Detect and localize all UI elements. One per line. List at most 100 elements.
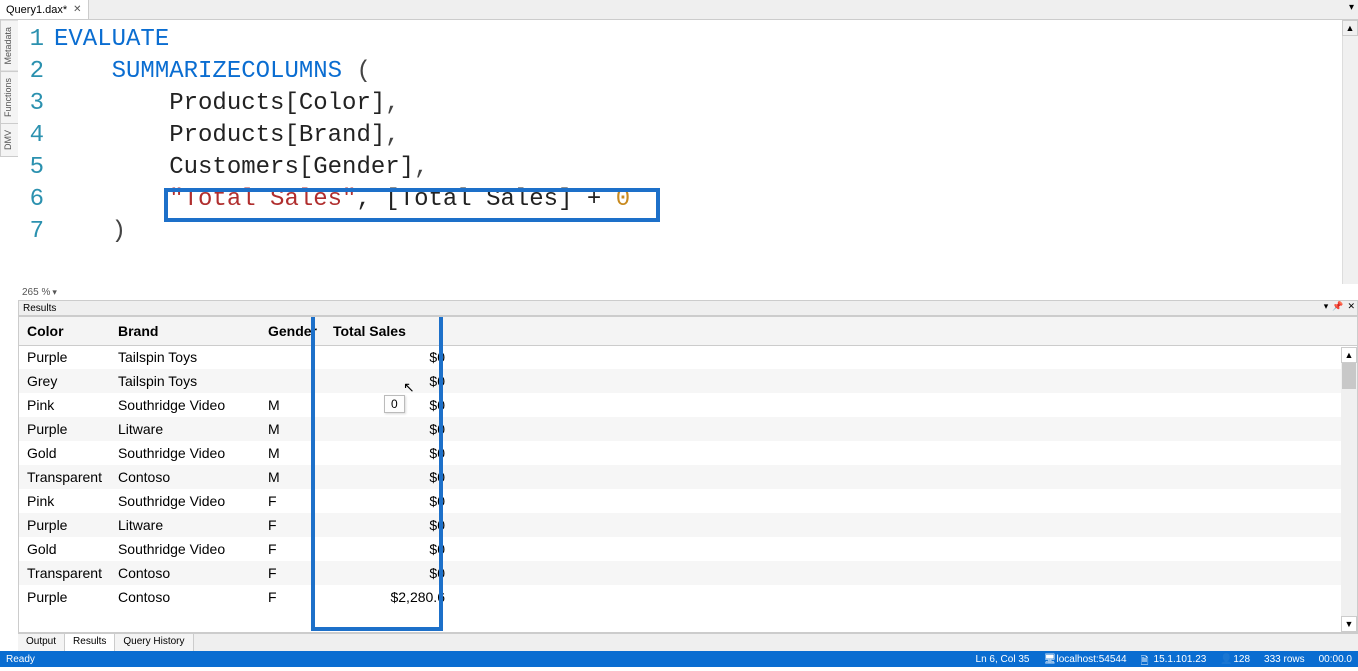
cell-color[interactable]: Grey	[19, 369, 110, 393]
cell-gender[interactable]: M	[260, 417, 325, 441]
cell-brand[interactable]: Contoso	[110, 585, 260, 609]
zoom-dropdown-icon[interactable]: ▾	[52, 287, 57, 297]
cell-brand[interactable]: Tailspin Toys	[110, 345, 260, 369]
cell-brand[interactable]: Southridge Video	[110, 537, 260, 561]
cell-brand[interactable]: Tailspin Toys	[110, 369, 260, 393]
code-editor[interactable]: 1234567 EVALUATE SUMMARIZECOLUMNS ( Prod…	[18, 20, 1358, 300]
column-header-color[interactable]: Color	[19, 317, 110, 345]
table-row[interactable]: PinkSouthridge VideoF$0	[19, 489, 1357, 513]
code-line[interactable]: "Total Sales", [Total Sales] + 0	[54, 184, 1358, 216]
table-row[interactable]: TransparentContosoM$0	[19, 465, 1357, 489]
table-row[interactable]: PurpleLitwareM$0	[19, 417, 1357, 441]
cell-total-sales[interactable]: $0	[325, 369, 453, 393]
code-token: EVALUATE	[54, 26, 169, 53]
cell-brand[interactable]: Litware	[110, 513, 260, 537]
code-token: 0	[616, 186, 630, 213]
cell-total-sales[interactable]: $2,280.6	[325, 585, 453, 609]
tab-query-history[interactable]: Query History	[115, 634, 193, 651]
code-line[interactable]: )	[54, 216, 1358, 248]
line-number: 3	[18, 88, 44, 120]
column-header-gender[interactable]: Gender	[260, 317, 325, 345]
code-line[interactable]: Customers[Gender],	[54, 152, 1358, 184]
grid-scrollbar[interactable]: ▲ ▼	[1341, 347, 1357, 632]
code-area[interactable]: EVALUATE SUMMARIZECOLUMNS ( Products[Col…	[54, 24, 1358, 248]
table-row[interactable]: GoldSouthridge VideoF$0	[19, 537, 1357, 561]
cell-color[interactable]: Purple	[19, 345, 110, 369]
cell-color[interactable]: Transparent	[19, 465, 110, 489]
tab-results[interactable]: Results	[65, 634, 115, 651]
line-number: 5	[18, 152, 44, 184]
table-row[interactable]: PurpleLitwareF$0	[19, 513, 1357, 537]
cell-total-sales[interactable]: $0	[325, 417, 453, 441]
code-line[interactable]: Products[Color],	[54, 88, 1358, 120]
results-grid[interactable]: Color Brand Gender Total Sales PurpleTai…	[19, 317, 1357, 609]
cell-color[interactable]: Gold	[19, 441, 110, 465]
cell-gender[interactable]: F	[260, 537, 325, 561]
tab-dropdown-icon[interactable]: ▾	[1349, 2, 1354, 13]
cell-total-sales[interactable]: $0	[325, 513, 453, 537]
cell-brand[interactable]: Contoso	[110, 465, 260, 489]
cell-gender[interactable]: F	[260, 561, 325, 585]
cell-color[interactable]: Pink	[19, 393, 110, 417]
table-row[interactable]: TransparentContosoF$0	[19, 561, 1357, 585]
zoom-value: 265 %	[22, 287, 50, 298]
code-token: ,	[385, 90, 399, 117]
grid-scroll-down-icon[interactable]: ▼	[1341, 616, 1357, 632]
close-icon[interactable]: ✕	[73, 4, 81, 15]
grid-scroll-thumb[interactable]	[1342, 363, 1356, 389]
cell-color[interactable]: Gold	[19, 537, 110, 561]
file-tab[interactable]: Query1.dax* ✕	[0, 0, 89, 19]
cell-color[interactable]: Purple	[19, 417, 110, 441]
cell-color[interactable]: Purple	[19, 585, 110, 609]
tab-output[interactable]: Output	[18, 634, 65, 651]
side-tab-metadata[interactable]: Metadata	[0, 20, 18, 72]
cell-total-sales[interactable]: $0	[325, 441, 453, 465]
column-header-filler	[453, 317, 1357, 345]
table-row[interactable]: GreyTailspin Toys $0	[19, 369, 1357, 393]
cell-color[interactable]: Purple	[19, 513, 110, 537]
cell-brand[interactable]: Contoso	[110, 561, 260, 585]
code-line[interactable]: EVALUATE	[54, 24, 1358, 56]
table-row[interactable]: GoldSouthridge VideoM$0	[19, 441, 1357, 465]
editor-scroll-up-icon[interactable]: ▲	[1342, 20, 1358, 36]
cell-total-sales[interactable]: $0	[325, 561, 453, 585]
cell-filler	[453, 561, 1357, 585]
grid-scroll-up-icon[interactable]: ▲	[1341, 347, 1357, 363]
cell-gender[interactable]: F	[260, 585, 325, 609]
cell-brand[interactable]: Southridge Video	[110, 393, 260, 417]
panel-menu-icon[interactable]: ▾	[1324, 301, 1329, 312]
cell-gender[interactable]: F	[260, 489, 325, 513]
cell-gender[interactable]: M	[260, 465, 325, 489]
cell-total-sales[interactable]: $0	[325, 537, 453, 561]
editor-scrollbar[interactable]	[1342, 20, 1358, 284]
table-row[interactable]: PurpleTailspin Toys $0	[19, 345, 1357, 369]
cell-brand[interactable]: Southridge Video	[110, 489, 260, 513]
cell-gender[interactable]	[260, 345, 325, 369]
column-header-brand[interactable]: Brand	[110, 317, 260, 345]
cell-color[interactable]: Transparent	[19, 561, 110, 585]
cell-brand[interactable]: Southridge Video	[110, 441, 260, 465]
table-row[interactable]: PurpleContosoF$2,280.6	[19, 585, 1357, 609]
cell-total-sales[interactable]: $0	[325, 345, 453, 369]
panel-pin-icon[interactable]: 📌	[1332, 301, 1343, 312]
cell-gender[interactable]: M	[260, 441, 325, 465]
cell-filler	[453, 393, 1357, 417]
cell-gender[interactable]: M	[260, 393, 325, 417]
cell-gender[interactable]	[260, 369, 325, 393]
side-tab-dmv[interactable]: DMV	[0, 123, 18, 157]
zoom-indicator[interactable]: 265 %▾	[22, 287, 57, 298]
side-tab-functions[interactable]: Functions	[0, 71, 18, 124]
panel-close-icon[interactable]: ✕	[1347, 301, 1355, 312]
line-number: 7	[18, 216, 44, 248]
code-token: , [Total Sales] +	[356, 186, 615, 213]
column-header-total-sales[interactable]: Total Sales	[325, 317, 453, 345]
table-row[interactable]: PinkSouthridge VideoM$0	[19, 393, 1357, 417]
cell-gender[interactable]: F	[260, 513, 325, 537]
code-line[interactable]: SUMMARIZECOLUMNS (	[54, 56, 1358, 88]
cell-brand[interactable]: Litware	[110, 417, 260, 441]
cell-color[interactable]: Pink	[19, 489, 110, 513]
code-line[interactable]: Products[Brand],	[54, 120, 1358, 152]
cell-tooltip: 0	[384, 395, 405, 413]
cell-total-sales[interactable]: $0	[325, 489, 453, 513]
cell-total-sales[interactable]: $0	[325, 465, 453, 489]
